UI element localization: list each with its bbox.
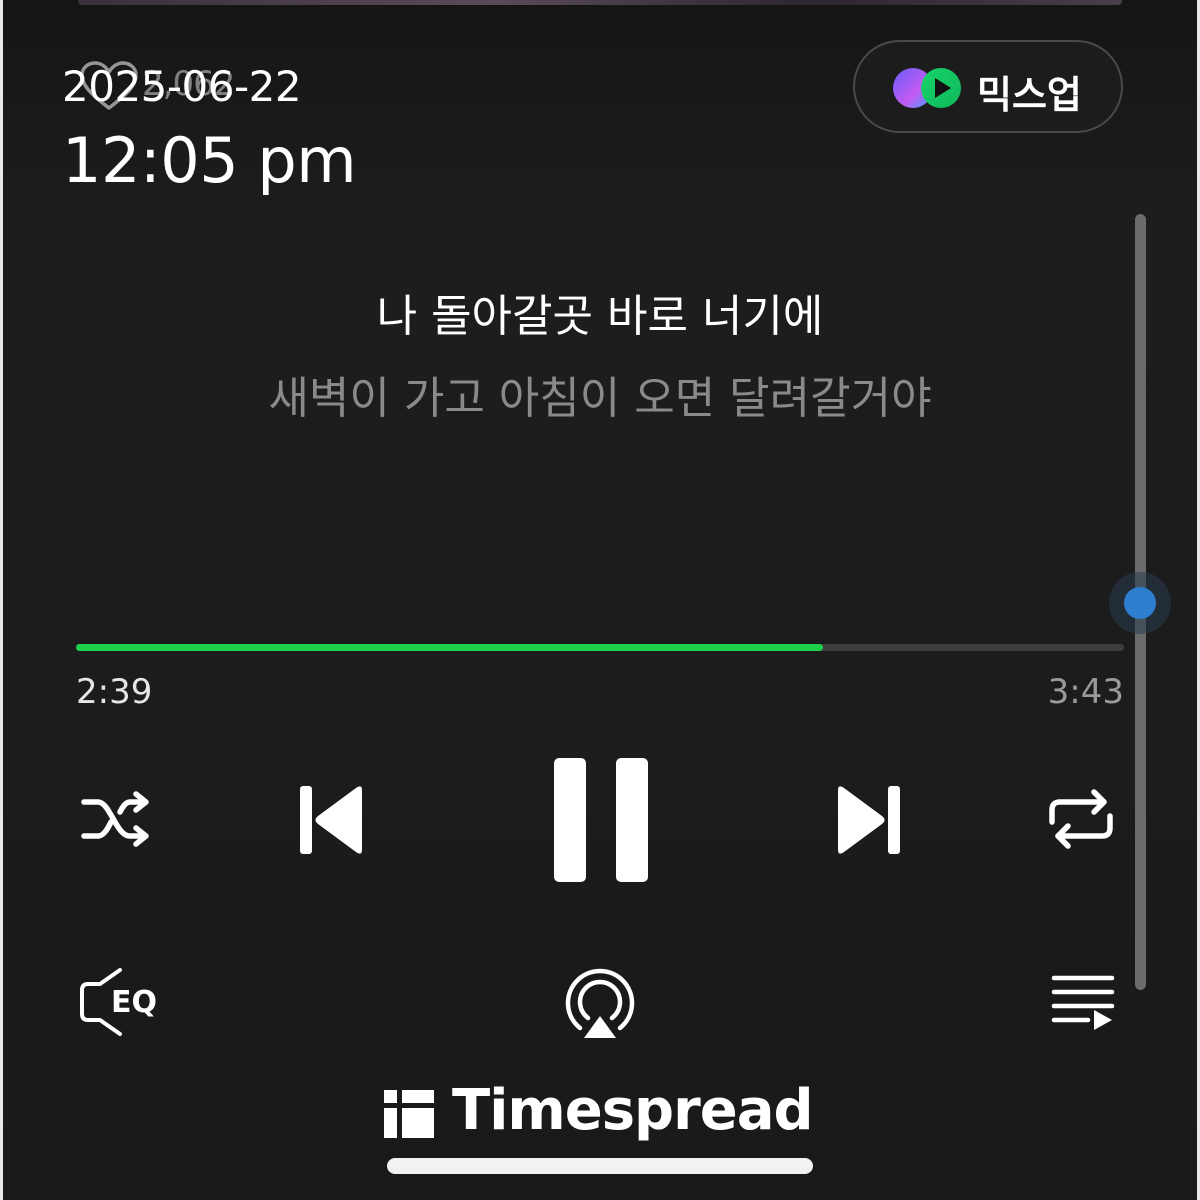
- skip-next-icon: [838, 786, 900, 854]
- previous-button[interactable]: [296, 782, 368, 858]
- airplay-icon: [565, 968, 635, 1038]
- mixup-logo-icon: [893, 68, 961, 108]
- screen-edge-left: [0, 0, 3, 1200]
- eq-label: EQ: [111, 985, 157, 1020]
- total-time: 3:43: [1047, 672, 1124, 712]
- lyrics-scroll-knob[interactable]: [1124, 587, 1156, 619]
- watermark-text: Timespread: [452, 1078, 814, 1143]
- lyric-line-current[interactable]: 나 돌아갈곳 바로 너기에: [0, 280, 1200, 344]
- lyric-line-next[interactable]: 새벽이 가고 아침이 오면 달려갈거야: [0, 362, 1200, 426]
- mixup-label: 믹스업: [977, 73, 1082, 117]
- playlist-button[interactable]: [1050, 972, 1116, 1034]
- next-button[interactable]: [832, 782, 904, 858]
- repeat-icon: [1049, 789, 1113, 849]
- skip-previous-icon: [300, 786, 362, 854]
- timespread-logo-icon: [384, 1090, 434, 1138]
- repeat-button[interactable]: [1046, 788, 1116, 850]
- timestamp-date: 2025-06-22: [62, 62, 302, 111]
- shuffle-button[interactable]: [80, 788, 154, 850]
- timestamp-time: 12:05 pm: [62, 124, 357, 197]
- pause-button[interactable]: [552, 756, 650, 884]
- progress-bar[interactable]: [76, 644, 1124, 651]
- album-art-edge: [78, 0, 1122, 5]
- equalizer-button[interactable]: EQ: [78, 966, 162, 1038]
- home-indicator[interactable]: [387, 1158, 813, 1174]
- eq-icon: EQ: [80, 968, 157, 1036]
- playlist-icon: [1051, 975, 1115, 1030]
- player-screen: 2,062 2025-06-22 12:05 pm 믹스업 나 돌아갈곳 바로 …: [0, 0, 1200, 1200]
- pause-icon: [554, 758, 648, 882]
- elapsed-time: 2:39: [76, 672, 153, 712]
- airplay-button[interactable]: [562, 966, 638, 1042]
- watermark: Timespread: [384, 1078, 824, 1143]
- shuffle-icon: [81, 791, 149, 847]
- mixup-button[interactable]: 믹스업: [853, 40, 1123, 133]
- progress-fill: [76, 644, 824, 651]
